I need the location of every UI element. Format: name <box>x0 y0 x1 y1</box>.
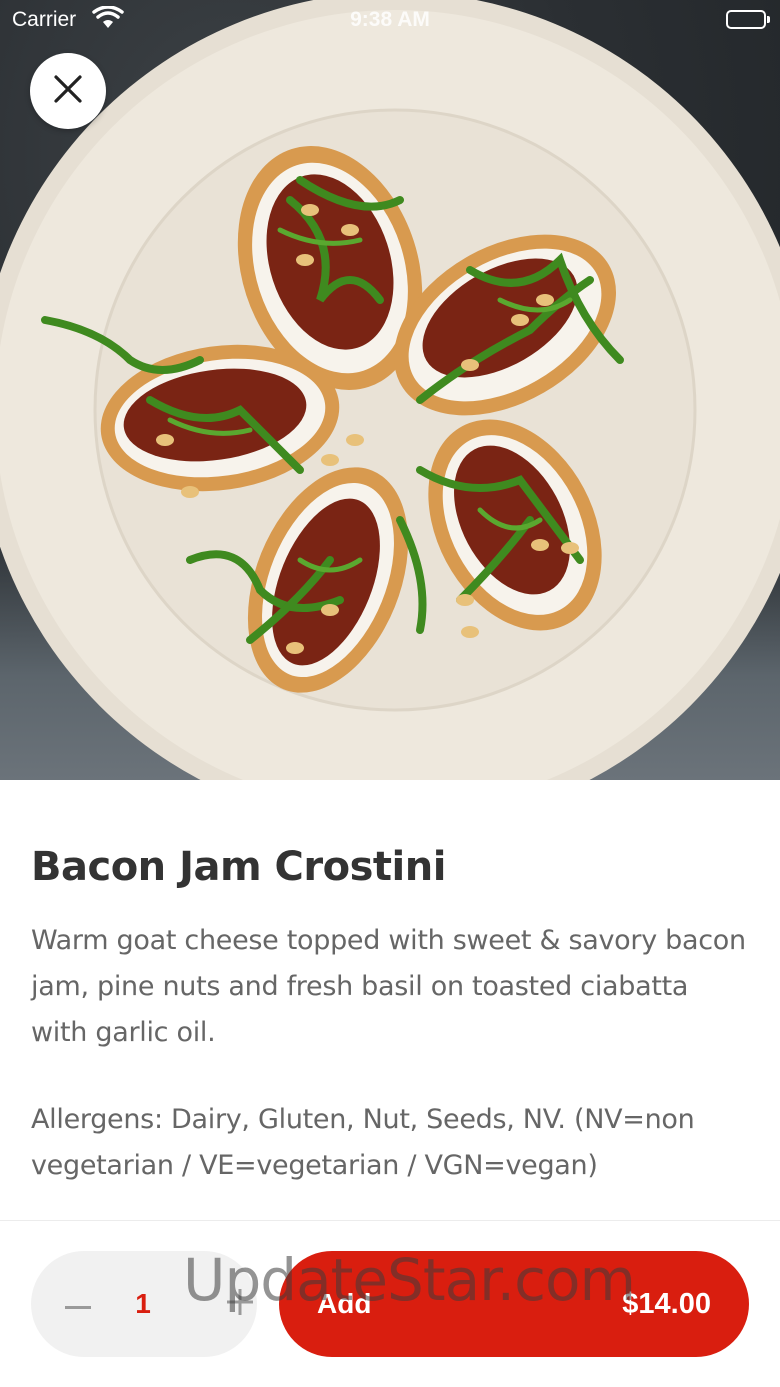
quantity-value: 1 <box>135 1288 151 1319</box>
increment-button[interactable] <box>223 1251 257 1357</box>
price-label: $14.00 <box>622 1288 711 1320</box>
minus-icon <box>65 1295 91 1314</box>
hero-image <box>0 0 780 780</box>
add-label: Add <box>317 1288 372 1319</box>
status-time: 9:38 AM <box>350 8 430 31</box>
battery-icon <box>726 10 770 29</box>
quantity-stepper: 1 <box>31 1251 257 1357</box>
plus-icon <box>227 1289 253 1319</box>
add-to-order-button[interactable]: Add $14.00 <box>279 1251 749 1357</box>
item-description: Warm goat cheese topped with sweet & sav… <box>31 925 746 1048</box>
decrement-button[interactable] <box>61 1251 95 1357</box>
food-photo <box>0 0 780 780</box>
status-bar: Carrier 9:38 AM <box>0 0 780 40</box>
item-title: Bacon Jam Crostini <box>31 844 446 890</box>
divider <box>0 1220 780 1221</box>
item-allergens: Allergens: Dairy, Gluten, Nut, Seeds, NV… <box>31 1104 695 1181</box>
close-icon <box>52 73 84 109</box>
close-button[interactable] <box>30 53 106 129</box>
